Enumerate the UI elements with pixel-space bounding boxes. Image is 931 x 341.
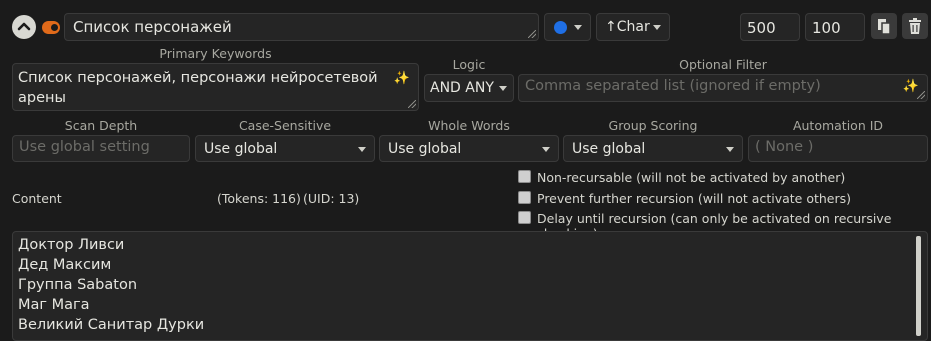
content-line: Маг Мага [18, 297, 90, 313]
scan-depth-placeholder: Use global setting [19, 139, 150, 155]
case-sensitive-value: Use global [204, 141, 278, 157]
probability-input[interactable]: 100 [805, 13, 865, 41]
chevron-up-icon [17, 22, 31, 31]
chevron-down-icon [499, 86, 507, 91]
chevron-down-icon [726, 147, 734, 152]
status-dot-icon [554, 21, 567, 34]
prevent-recursion-label: Prevent further recursion (will not acti… [537, 191, 852, 206]
logic-value: AND ANY [430, 80, 494, 96]
resize-grip-icon [917, 91, 925, 99]
order-input[interactable]: 500 [740, 13, 800, 41]
automation-id-label: Automation ID [792, 118, 884, 133]
resize-grip-icon [408, 100, 416, 108]
optional-filter-placeholder: Comma separated list (ignored if empty) [525, 78, 821, 94]
resize-grip-icon [528, 30, 536, 38]
chevron-down-icon [653, 25, 661, 30]
position-value: ↑Char [605, 19, 650, 35]
automation-id-placeholder: ( None ) [755, 139, 814, 155]
non-recursable-label: Non-recursable (will not be activated by… [537, 170, 846, 185]
delay-recursion-checkbox[interactable] [518, 211, 531, 224]
primary-keywords-label: Primary Keywords [159, 46, 272, 61]
delete-button[interactable] [902, 13, 928, 39]
chevron-down-icon [358, 147, 366, 152]
entry-title-text: Список персонажей [73, 18, 232, 36]
logic-label: Logic [452, 57, 486, 72]
content-label: Content [12, 191, 62, 206]
copy-button[interactable] [871, 13, 897, 39]
whole-words-value: Use global [388, 141, 462, 157]
content-textarea[interactable]: Доктор Ливси Дед Максим Группа Sabaton М… [12, 231, 928, 341]
order-value: 500 [747, 19, 776, 37]
primary-keywords-input[interactable]: Список персонажей, персонажи нейросетево… [12, 63, 419, 111]
entry-enabled-toggle[interactable] [42, 21, 60, 34]
prevent-recursion-checkbox[interactable] [518, 191, 531, 204]
trash-icon [909, 18, 921, 34]
case-sensitive-select[interactable]: Use global [195, 135, 375, 162]
entry-status-select[interactable] [544, 13, 591, 41]
content-line: Группа Sabaton [18, 277, 138, 293]
group-scoring-label: Group Scoring [608, 118, 698, 133]
scan-depth-label: Scan Depth [64, 118, 138, 133]
group-scoring-select[interactable]: Use global [563, 135, 743, 162]
content-line: Великий Санитар Дурки [18, 317, 205, 333]
group-scoring-value: Use global [572, 141, 646, 157]
primary-keywords-value: Список персонажей, персонажи нейросетево… [18, 70, 378, 106]
copy-icon [878, 19, 891, 35]
chevron-down-icon [542, 147, 550, 152]
probability-value: 100 [812, 19, 841, 37]
optional-filter-label: Optional Filter [679, 57, 767, 72]
automation-id-input[interactable]: ( None ) [748, 135, 928, 162]
tokens-count: (Tokens: 116) [217, 191, 301, 206]
content-scrollbar[interactable] [916, 236, 921, 336]
scan-depth-input[interactable]: Use global setting [12, 135, 190, 162]
uid-text: (UID: 13) [303, 191, 360, 206]
case-sensitive-label: Case-Sensitive [238, 118, 332, 133]
whole-words-label: Whole Words [428, 118, 510, 133]
content-line: Дед Максим [18, 257, 112, 273]
optional-filter-input[interactable]: Comma separated list (ignored if empty) … [518, 74, 928, 102]
collapse-button[interactable] [12, 15, 36, 39]
content-line: Доктор Ливси [18, 237, 125, 253]
logic-select[interactable]: AND ANY [424, 74, 514, 102]
entry-title-input[interactable]: Список персонажей [64, 13, 539, 41]
whole-words-select[interactable]: Use global [379, 135, 559, 162]
chevron-down-icon [574, 25, 582, 30]
toggle-knob [51, 24, 58, 31]
non-recursable-checkbox[interactable] [518, 170, 531, 183]
position-select[interactable]: ↑Char [596, 13, 670, 41]
sparkle-icon: ✨ [393, 71, 410, 86]
